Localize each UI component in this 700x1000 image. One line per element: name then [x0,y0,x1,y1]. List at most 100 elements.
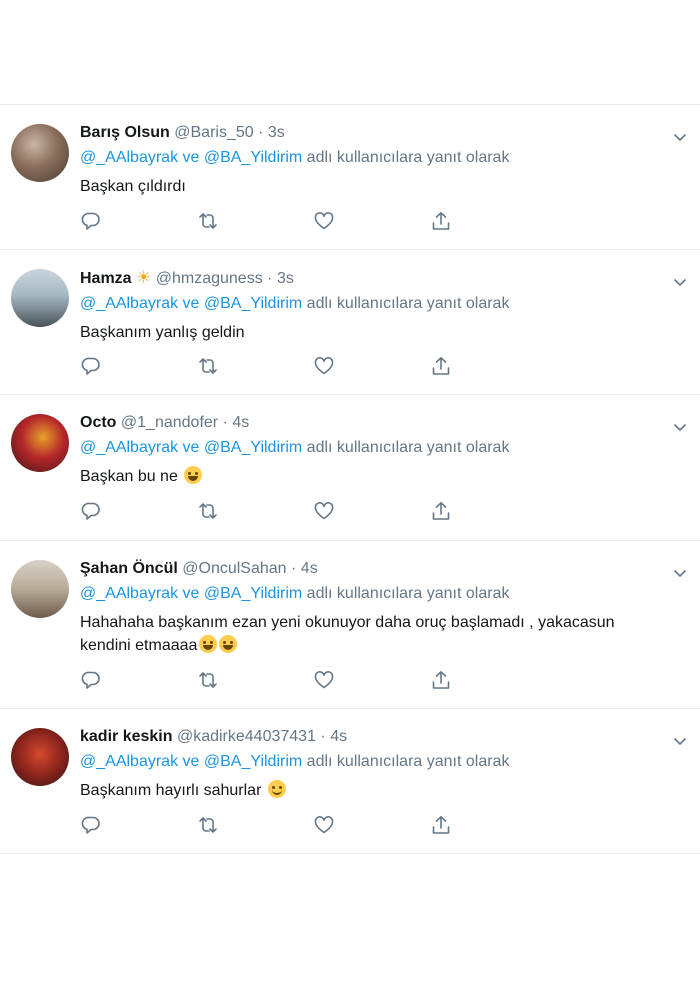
tweet-actions [80,210,684,232]
tweet-text-content: Başkanım yanlış geldin [80,324,245,341]
reply-suffix: adlı kullanıcılara yanıt olarak [306,753,510,770]
heart-icon[interactable] [313,669,335,691]
separator-dot: · [267,270,273,287]
reply-context: @_AAlbayrak ve @BA_Yildirim adlı kullanı… [80,751,684,773]
reply-and[interactable]: ve [183,585,200,602]
reply-suffix: adlı kullanıcılara yanıt olarak [306,439,510,456]
smiling-face-emoji [267,780,286,798]
mention-link[interactable]: @_AAlbayrak [80,439,178,456]
tweet-body: Şahan Öncül @OnculSahan · 4s @_AAlbayrak… [80,558,684,657]
mention-link[interactable]: @_AAlbayrak [80,585,178,602]
tweet-header: kadir keskin @kadirke44037431 · 4s [80,726,684,748]
mention-link[interactable]: @BA_Yildirim [204,753,302,770]
retweet-icon[interactable] [197,814,219,836]
display-name[interactable]: Octo [80,414,116,431]
tweet-header: Hamza ☀ @hmzaguness · 3s [80,267,684,290]
reply-context: @_AAlbayrak ve @BA_Yildirim adlı kullanı… [80,147,684,169]
share-icon[interactable] [430,500,452,522]
display-name[interactable]: Hamza [80,270,132,287]
reply-icon[interactable] [80,814,102,836]
reply-icon[interactable] [80,355,102,377]
user-handle[interactable]: @hmzaguness [156,270,263,287]
avatar[interactable] [11,728,69,786]
tweet-text-line-2: kendini etmaaaa [80,634,684,657]
chevron-down-icon[interactable] [672,129,688,145]
tweet-header: Octo @1_nandofer · 4s [80,412,684,434]
retweet-icon[interactable] [197,669,219,691]
tweet-header: Şahan Öncül @OnculSahan · 4s [80,558,684,580]
retweet-icon[interactable] [197,210,219,232]
share-icon[interactable] [430,814,452,836]
timestamp[interactable]: 3s [268,124,285,141]
tweet[interactable]: kadir keskin @kadirke44037431 · 4s @_AAl… [0,709,700,854]
tweet-actions [80,500,684,522]
mention-link[interactable]: @_AAlbayrak [80,149,178,166]
timestamp[interactable]: 4s [232,414,249,431]
reply-suffix: adlı kullanıcılara yanıt olarak [306,295,510,312]
reply-and[interactable]: ve [183,295,200,312]
mention-link[interactable]: @BA_Yildirim [204,439,302,456]
timestamp[interactable]: 3s [277,270,294,287]
timestamp[interactable]: 4s [330,728,347,745]
timestamp[interactable]: 4s [301,560,318,577]
retweet-icon[interactable] [197,355,219,377]
tweet-body: Barış Olsun @Baris_50 · 3s @_AAlbayrak v… [80,122,684,198]
tweet-body: kadir keskin @kadirke44037431 · 4s @_AAl… [80,726,684,802]
tweet-text-content: Başkan bu ne [80,468,178,485]
mention-link[interactable]: @BA_Yildirim [204,295,302,312]
avatar[interactable] [11,124,69,182]
display-name[interactable]: kadir keskin [80,728,173,745]
heart-icon[interactable] [313,500,335,522]
reply-suffix: adlı kullanıcılara yanıt olarak [306,149,510,166]
reply-suffix: adlı kullanıcılara yanıt olarak [306,585,510,602]
mention-link[interactable]: @_AAlbayrak [80,295,178,312]
tweet-actions [80,814,684,836]
tweet[interactable]: Octo @1_nandofer · 4s @_AAlbayrak ve @BA… [0,395,700,541]
reply-and[interactable]: ve [183,149,200,166]
reply-icon[interactable] [80,210,102,232]
tears-of-joy-emoji [199,635,218,653]
tweet[interactable]: Şahan Öncül @OnculSahan · 4s @_AAlbayrak… [0,541,700,709]
heart-icon[interactable] [313,355,335,377]
mention-link[interactable]: @BA_Yildirim [204,585,302,602]
tweet[interactable]: Barış Olsun @Baris_50 · 3s @_AAlbayrak v… [0,105,700,250]
user-handle[interactable]: @kadirke44037431 [177,728,316,745]
retweet-icon[interactable] [197,500,219,522]
tweet-text: Hahahaha başkanım ezan yeni okunuyor dah… [80,611,684,657]
heart-icon[interactable] [313,814,335,836]
chevron-down-icon[interactable] [672,274,688,290]
heart-icon[interactable] [313,210,335,232]
reply-context: @_AAlbayrak ve @BA_Yildirim adlı kullanı… [80,583,684,605]
display-name[interactable]: Barış Olsun [80,124,170,141]
mention-link[interactable]: @BA_Yildirim [204,149,302,166]
tweet[interactable]: Hamza ☀ @hmzaguness · 3s @_AAlbayrak ve … [0,250,700,395]
reply-icon[interactable] [80,669,102,691]
reply-and[interactable]: ve [183,753,200,770]
chevron-down-icon[interactable] [672,419,688,435]
tears-of-joy-emoji [184,466,203,484]
tweet-header: Barış Olsun @Baris_50 · 3s [80,122,684,144]
tweet-text-line: Hahahaha başkanım ezan yeni okunuyor dah… [80,614,615,631]
display-name[interactable]: Şahan Öncül [80,560,178,577]
tears-of-joy-emoji [219,635,238,653]
tweet-actions [80,669,684,691]
separator-dot: · [291,560,297,577]
avatar[interactable] [11,269,69,327]
user-handle[interactable]: @1_nandofer [121,414,218,431]
chevron-down-icon[interactable] [672,565,688,581]
tweet-text-content: Başkanım hayırlı sahurlar [80,782,262,799]
mention-link[interactable]: @_AAlbayrak [80,753,178,770]
separator-dot: · [258,124,264,141]
top-spacer [0,0,700,105]
reply-and[interactable]: ve [183,439,200,456]
user-handle[interactable]: @OnculSahan [182,560,286,577]
avatar[interactable] [11,414,69,472]
chevron-down-icon[interactable] [672,733,688,749]
reply-icon[interactable] [80,500,102,522]
share-icon[interactable] [430,669,452,691]
share-icon[interactable] [430,355,452,377]
share-icon[interactable] [430,210,452,232]
user-handle[interactable]: @Baris_50 [174,124,253,141]
tweet-actions [80,355,684,377]
avatar[interactable] [11,560,69,618]
